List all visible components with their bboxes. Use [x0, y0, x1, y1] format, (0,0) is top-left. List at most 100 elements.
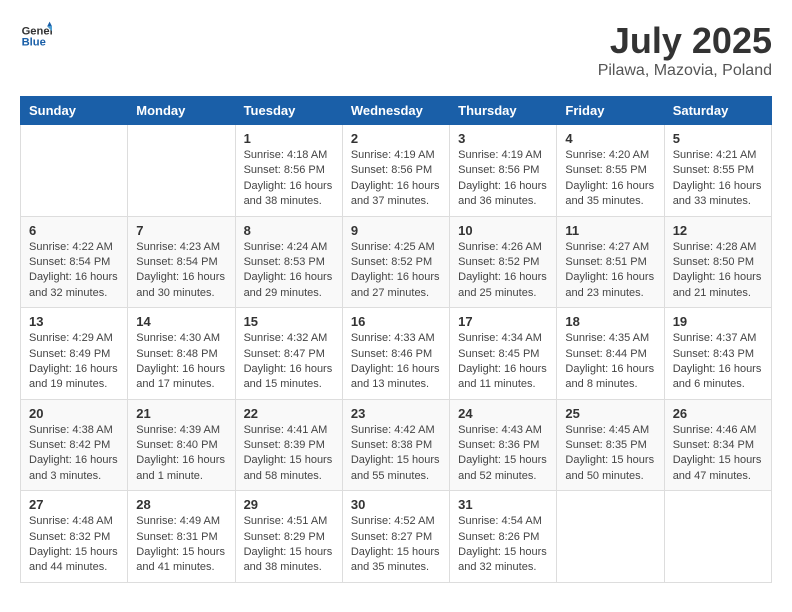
calendar-cell: 9 Sunrise: 4:25 AM Sunset: 8:52 PM Daylig…: [342, 216, 449, 308]
calendar-cell: 4 Sunrise: 4:20 AM Sunset: 8:55 PM Daylig…: [557, 125, 664, 217]
day-number: 7: [136, 223, 226, 238]
calendar-cell: 28 Sunrise: 4:49 AM Sunset: 8:31 PM Dayli…: [128, 491, 235, 583]
day-number: 24: [458, 406, 548, 421]
day-number: 23: [351, 406, 441, 421]
svg-text:General: General: [22, 25, 52, 37]
calendar-cell: 7 Sunrise: 4:23 AM Sunset: 8:54 PM Daylig…: [128, 216, 235, 308]
logo: General Blue: [20, 20, 54, 52]
day-info: Sunrise: 4:21 AM Sunset: 8:55 PM Dayligh…: [673, 148, 763, 210]
day-info: Sunrise: 4:34 AM Sunset: 8:45 PM Dayligh…: [458, 331, 548, 393]
title-block: July 2025 Pilawa, Mazovia, Poland: [598, 20, 772, 80]
day-number: 14: [136, 314, 226, 329]
day-number: 31: [458, 497, 548, 512]
calendar-cell: 18Sunrise: 4:35 AM Sunset: 8:44 PM Dayli…: [557, 308, 664, 400]
calendar-table: Sunday Monday Tuesday Wednesday Thursday…: [20, 96, 772, 583]
day-info: Sunrise: 4:30 AM Sunset: 8:48 PM Dayligh…: [136, 331, 226, 393]
day-number: 6: [29, 223, 119, 238]
calendar-cell: 5Sunrise: 4:21 AM Sunset: 8:55 PM Daylig…: [664, 125, 771, 217]
week-row-4: 20 Sunrise: 4:38 AM Sunset: 8:42 PM Dayli…: [21, 399, 772, 491]
day-info: Sunrise: 4:20 AM Sunset: 8:55 PM Dayligh…: [565, 148, 655, 210]
calendar-cell: 23 Sunrise: 4:42 AM Sunset: 8:38 PM Dayli…: [342, 399, 449, 491]
day-number: 16: [351, 314, 441, 329]
day-number: 25: [565, 406, 655, 421]
calendar-cell: 11 Sunrise: 4:27 AM Sunset: 8:51 PM Dayli…: [557, 216, 664, 308]
day-number: 13: [29, 314, 119, 329]
day-info: Sunrise: 4:37 AM Sunset: 8:43 PM Dayligh…: [673, 331, 763, 393]
day-info: Sunrise: 4:25 AM Sunset: 8:52 PM Dayligh…: [351, 240, 441, 302]
day-number: 4: [565, 131, 655, 146]
day-info: Sunrise: 4:49 AM Sunset: 8:31 PM Dayligh…: [136, 514, 226, 576]
day-number: 21: [136, 406, 226, 421]
day-info: Sunrise: 4:27 AM Sunset: 8:51 PM Dayligh…: [565, 240, 655, 302]
day-info: Sunrise: 4:39 AM Sunset: 8:40 PM Dayligh…: [136, 423, 226, 485]
day-info: Sunrise: 4:48 AM Sunset: 8:32 PM Dayligh…: [29, 514, 119, 576]
day-info: Sunrise: 4:19 AM Sunset: 8:56 PM Dayligh…: [351, 148, 441, 210]
day-info: Sunrise: 4:51 AM Sunset: 8:29 PM Dayligh…: [244, 514, 334, 576]
day-info: Sunrise: 4:42 AM Sunset: 8:38 PM Dayligh…: [351, 423, 441, 485]
day-number: 11: [565, 223, 655, 238]
calendar-header-row: Sunday Monday Tuesday Wednesday Thursday…: [21, 97, 772, 125]
col-wednesday: Wednesday: [342, 97, 449, 125]
month-year: July 2025: [598, 20, 772, 62]
calendar-cell: 31 Sunrise: 4:54 AM Sunset: 8:26 PM Dayli…: [450, 491, 557, 583]
day-info: Sunrise: 4:46 AM Sunset: 8:34 PM Dayligh…: [673, 423, 763, 485]
day-number: 18: [565, 314, 655, 329]
day-info: Sunrise: 4:32 AM Sunset: 8:47 PM Dayligh…: [244, 331, 334, 393]
day-number: 8: [244, 223, 334, 238]
col-friday: Friday: [557, 97, 664, 125]
calendar-cell: 17 Sunrise: 4:34 AM Sunset: 8:45 PM Dayli…: [450, 308, 557, 400]
calendar-cell: 14 Sunrise: 4:30 AM Sunset: 8:48 PM Dayli…: [128, 308, 235, 400]
page-header: General Blue July 2025 Pilawa, Mazovia, …: [20, 20, 772, 80]
day-number: 15: [244, 314, 334, 329]
day-info: Sunrise: 4:38 AM Sunset: 8:42 PM Dayligh…: [29, 423, 119, 485]
location: Pilawa, Mazovia, Poland: [598, 62, 772, 80]
calendar-cell: [128, 125, 235, 217]
svg-text:Blue: Blue: [22, 37, 46, 49]
calendar-cell: 27 Sunrise: 4:48 AM Sunset: 8:32 PM Dayli…: [21, 491, 128, 583]
calendar-cell: 30Sunrise: 4:52 AM Sunset: 8:27 PM Dayli…: [342, 491, 449, 583]
col-sunday: Sunday: [21, 97, 128, 125]
day-number: 20: [29, 406, 119, 421]
day-info: Sunrise: 4:23 AM Sunset: 8:54 PM Dayligh…: [136, 240, 226, 302]
day-info: Sunrise: 4:29 AM Sunset: 8:49 PM Dayligh…: [29, 331, 119, 393]
day-info: Sunrise: 4:19 AM Sunset: 8:56 PM Dayligh…: [458, 148, 548, 210]
day-info: Sunrise: 4:54 AM Sunset: 8:26 PM Dayligh…: [458, 514, 548, 576]
day-number: 10: [458, 223, 548, 238]
calendar-cell: 25Sunrise: 4:45 AM Sunset: 8:35 PM Dayli…: [557, 399, 664, 491]
day-info: Sunrise: 4:24 AM Sunset: 8:53 PM Dayligh…: [244, 240, 334, 302]
col-thursday: Thursday: [450, 97, 557, 125]
calendar-cell: 19 Sunrise: 4:37 AM Sunset: 8:43 PM Dayli…: [664, 308, 771, 400]
day-number: 17: [458, 314, 548, 329]
day-number: 3: [458, 131, 548, 146]
week-row-1: 1 Sunrise: 4:18 AM Sunset: 8:56 PM Daylig…: [21, 125, 772, 217]
day-number: 29: [244, 497, 334, 512]
calendar-cell: 15 Sunrise: 4:32 AM Sunset: 8:47 PM Dayli…: [235, 308, 342, 400]
day-number: 2: [351, 131, 441, 146]
day-info: Sunrise: 4:18 AM Sunset: 8:56 PM Dayligh…: [244, 148, 334, 210]
calendar-cell: 22Sunrise: 4:41 AM Sunset: 8:39 PM Dayli…: [235, 399, 342, 491]
day-info: Sunrise: 4:43 AM Sunset: 8:36 PM Dayligh…: [458, 423, 548, 485]
calendar-cell: 8 Sunrise: 4:24 AM Sunset: 8:53 PM Daylig…: [235, 216, 342, 308]
day-number: 9: [351, 223, 441, 238]
day-info: Sunrise: 4:28 AM Sunset: 8:50 PM Dayligh…: [673, 240, 763, 302]
week-row-3: 13 Sunrise: 4:29 AM Sunset: 8:49 PM Dayli…: [21, 308, 772, 400]
day-number: 30: [351, 497, 441, 512]
day-number: 12: [673, 223, 763, 238]
col-monday: Monday: [128, 97, 235, 125]
calendar-cell: [664, 491, 771, 583]
calendar-cell: 2 Sunrise: 4:19 AM Sunset: 8:56 PM Daylig…: [342, 125, 449, 217]
calendar-cell: 1 Sunrise: 4:18 AM Sunset: 8:56 PM Daylig…: [235, 125, 342, 217]
calendar-cell: 16Sunrise: 4:33 AM Sunset: 8:46 PM Dayli…: [342, 308, 449, 400]
calendar-cell: [557, 491, 664, 583]
col-saturday: Saturday: [664, 97, 771, 125]
day-number: 28: [136, 497, 226, 512]
calendar-cell: 6 Sunrise: 4:22 AM Sunset: 8:54 PM Daylig…: [21, 216, 128, 308]
calendar-cell: [21, 125, 128, 217]
day-number: 19: [673, 314, 763, 329]
day-number: 1: [244, 131, 334, 146]
calendar-cell: 26 Sunrise: 4:46 AM Sunset: 8:34 PM Dayli…: [664, 399, 771, 491]
day-number: 26: [673, 406, 763, 421]
day-info: Sunrise: 4:22 AM Sunset: 8:54 PM Dayligh…: [29, 240, 119, 302]
calendar-cell: 29 Sunrise: 4:51 AM Sunset: 8:29 PM Dayli…: [235, 491, 342, 583]
day-number: 27: [29, 497, 119, 512]
